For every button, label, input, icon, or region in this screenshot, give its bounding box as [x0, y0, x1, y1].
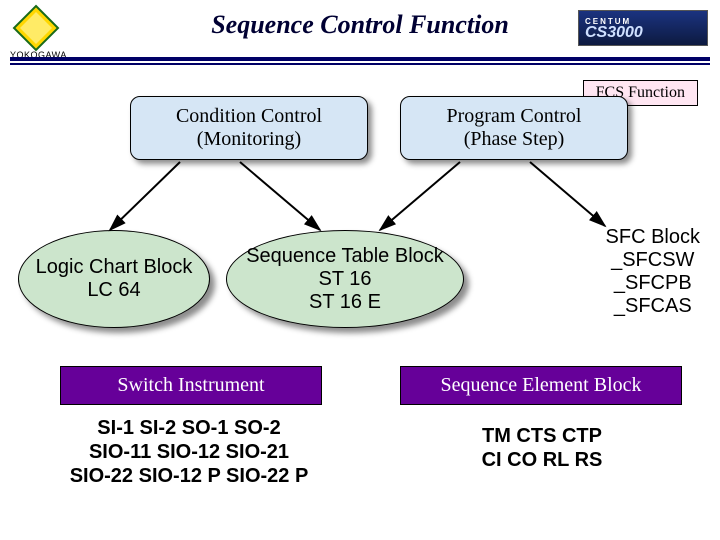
seq-table-line1: Sequence Table Block [246, 245, 444, 268]
logic-chart-line1: Logic Chart Block [36, 256, 193, 279]
logic-chart-line2: LC 64 [36, 279, 193, 302]
switch-items-l1: SI-1 SI-2 SO-1 SO-2 [44, 416, 334, 440]
sequence-element-bar: Sequence Element Block [400, 366, 682, 405]
centum-text-main: CS3000 [585, 26, 701, 40]
condition-control-line1: Condition Control [149, 105, 349, 128]
switch-items-l3: SIO-22 SIO-12 P SIO-22 P [44, 464, 334, 488]
header-rule-thin [10, 63, 710, 65]
sequence-table-block: Sequence Table Block ST 16 ST 16 E [226, 230, 464, 328]
program-control-box: Program Control (Phase Step) [400, 96, 628, 160]
program-control-line2: (Phase Step) [419, 128, 609, 151]
header-rule-thick [10, 57, 710, 61]
seq-elem-l2: CI CO RL RS [402, 448, 682, 472]
centum-logo: CENTUM CS3000 [578, 10, 708, 46]
sequence-element-list: TM CTS CTP CI CO RL RS [402, 424, 682, 472]
switch-items-l2: SIO-11 SIO-12 SIO-21 [44, 440, 334, 464]
sfc-line4: _SFCAS [606, 295, 700, 318]
seq-table-line2: ST 16 [246, 268, 444, 291]
sfc-block: SFC Block _SFCSW _SFCPB _SFCAS [606, 226, 700, 318]
switch-instrument-bar: Switch Instrument [60, 366, 322, 405]
logic-chart-block: Logic Chart Block LC 64 [18, 230, 210, 328]
switch-instrument-list: SI-1 SI-2 SO-1 SO-2 SIO-11 SIO-12 SIO-21… [44, 416, 334, 488]
sfc-line3: _SFCPB [606, 272, 700, 295]
sfc-line2: _SFCSW [606, 249, 700, 272]
program-control-line1: Program Control [419, 105, 609, 128]
sfc-line1: SFC Block [606, 226, 700, 249]
seq-elem-l1: TM CTS CTP [402, 424, 682, 448]
seq-table-line3: ST 16 E [246, 291, 444, 314]
condition-control-box: Condition Control (Monitoring) [130, 96, 368, 160]
condition-control-line2: (Monitoring) [149, 128, 349, 151]
